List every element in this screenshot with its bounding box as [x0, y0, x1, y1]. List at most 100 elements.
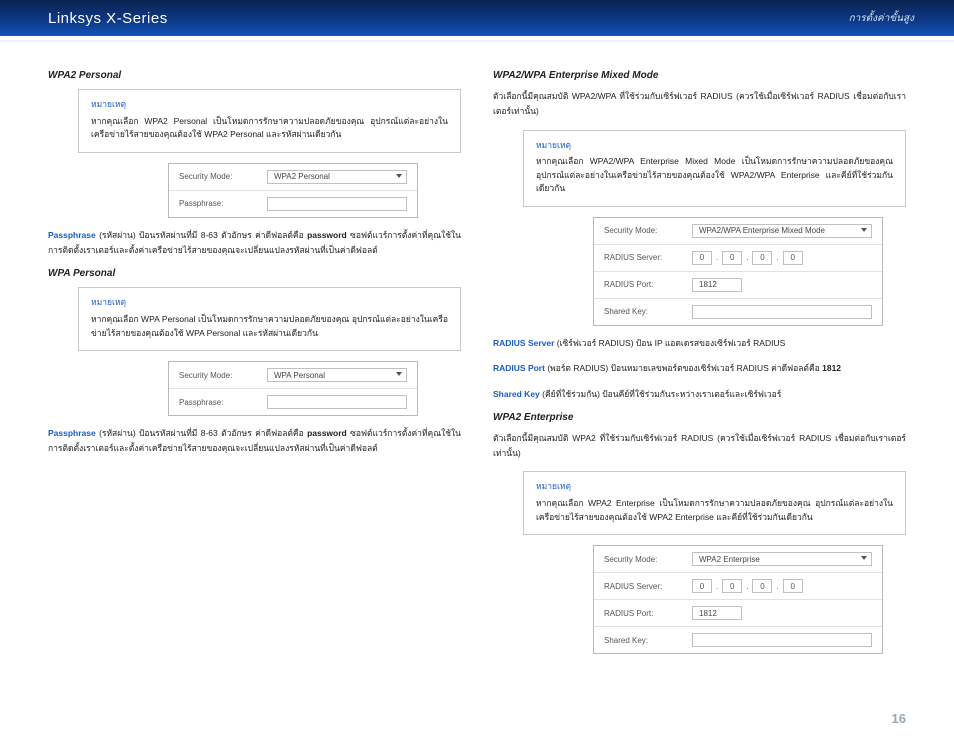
row-radius-server: RADIUS Server: 0. 0. 0. 0 — [594, 245, 882, 272]
note-label: หมายเหตุ — [91, 98, 448, 112]
select-value: WPA2/WPA Enterprise Mixed Mode — [699, 226, 825, 235]
ip-octet[interactable]: 0 — [783, 579, 803, 593]
para-radius-server: RADIUS Server (เซิร์ฟเวอร์ RADIUS) ป้อน … — [493, 336, 906, 351]
text: (พอร์ต RADIUS) ป้อนหมายเลขพอร์ตของเซิร์ฟ… — [547, 363, 819, 373]
term-shared-key: Shared Key — [493, 389, 540, 399]
label-security-mode: Security Mode: — [179, 371, 259, 380]
panel-wpa-personal: Security Mode: WPA Personal Passphrase: — [168, 361, 418, 416]
note-wpa-personal: หมายเหตุ หากคุณเลือก WPA Personal เป็นโห… — [78, 287, 461, 351]
label-radius-port: RADIUS Port: — [604, 609, 684, 618]
text: (เซิร์ฟเวอร์ RADIUS) ป้อน IP แอดเดรสของเ… — [557, 338, 785, 348]
doc-subtitle: การตั้งค่าขั้นสูง — [849, 11, 914, 26]
label-shared-key: Shared Key: — [604, 307, 684, 316]
panel-wpa2-ent: Security Mode: WPA2 Enterprise RADIUS Se… — [593, 545, 883, 654]
ip-dot: . — [746, 582, 748, 591]
default-val: password — [307, 230, 347, 240]
row-radius-port: RADIUS Port: 1812 — [594, 600, 882, 627]
row-shared-key: Shared Key: — [594, 299, 882, 325]
ip-octet[interactable]: 0 — [692, 579, 712, 593]
text: (รหัสผ่าน) ป้อนรหัสผ่านที่มี 8-63 ตัวอัก… — [99, 230, 304, 240]
content-columns: WPA2 Personal หมายเหตุ หากคุณเลือก WPA2 … — [0, 60, 954, 664]
ip-dot: . — [746, 253, 748, 262]
ip-dot: . — [776, 253, 778, 262]
select-value: WPA Personal — [274, 371, 325, 380]
select-value: WPA2 Personal — [274, 172, 330, 181]
para-radius-port: RADIUS Port (พอร์ต RADIUS) ป้อนหมายเลขพอ… — [493, 361, 906, 376]
select-security-mode[interactable]: WPA2 Personal — [267, 170, 407, 184]
doc-title: Linksys X-Series — [48, 10, 168, 27]
note-text: หากคุณเลือก WPA2 Personal เป็นโหมดการรัก… — [91, 115, 448, 142]
page-header: Linksys X-Series การตั้งค่าขั้นสูง — [0, 0, 954, 36]
select-security-mode[interactable]: WPA2 Enterprise — [692, 552, 872, 566]
label-security-mode: Security Mode: — [604, 555, 684, 564]
row-security-mode: Security Mode: WPA Personal — [169, 362, 417, 389]
input-passphrase[interactable] — [267, 197, 407, 211]
left-column: WPA2 Personal หมายเหตุ หากคุณเลือก WPA2 … — [48, 60, 461, 664]
term-passphrase: Passphrase — [48, 428, 96, 438]
row-security-mode: Security Mode: WPA2 Personal — [169, 164, 417, 191]
input-shared-key[interactable] — [692, 305, 872, 319]
page-number: 16 — [892, 711, 906, 726]
row-passphrase: Passphrase: — [169, 191, 417, 217]
text: (คีย์ที่ใช้ร่วมกัน) ป้อนคีย์ที่ใช้ร่วมกั… — [542, 389, 781, 399]
ip-octet[interactable]: 0 — [722, 251, 742, 265]
ip-dot: . — [716, 582, 718, 591]
select-value: WPA2 Enterprise — [699, 555, 760, 564]
ip-octet[interactable]: 0 — [722, 579, 742, 593]
label-passphrase: Passphrase: — [179, 199, 259, 208]
row-radius-server: RADIUS Server: 0. 0. 0. 0 — [594, 573, 882, 600]
heading-mixed: WPA2/WPA Enterprise Mixed Mode — [493, 70, 906, 81]
ip-octet[interactable]: 0 — [752, 251, 772, 265]
para-passphrase-2: Passphrase (รหัสผ่าน) ป้อนรหัสผ่านที่มี … — [48, 426, 461, 457]
label-security-mode: Security Mode: — [604, 226, 684, 235]
label-radius-port: RADIUS Port: — [604, 280, 684, 289]
ip-input-group: 0. 0. 0. 0 — [692, 579, 803, 593]
label-shared-key: Shared Key: — [604, 636, 684, 645]
input-radius-port[interactable]: 1812 — [692, 606, 742, 620]
ip-octet[interactable]: 0 — [692, 251, 712, 265]
row-passphrase: Passphrase: — [169, 389, 417, 415]
input-radius-port[interactable]: 1812 — [692, 278, 742, 292]
default-val: password — [307, 428, 347, 438]
row-security-mode: Security Mode: WPA2/WPA Enterprise Mixed… — [594, 218, 882, 245]
select-security-mode[interactable]: WPA2/WPA Enterprise Mixed Mode — [692, 224, 872, 238]
input-shared-key[interactable] — [692, 633, 872, 647]
note-label: หมายเหตุ — [91, 296, 448, 310]
heading-wpa2-enterprise: WPA2 Enterprise — [493, 412, 906, 423]
heading-wpa2-personal: WPA2 Personal — [48, 70, 461, 81]
row-radius-port: RADIUS Port: 1812 — [594, 272, 882, 299]
select-security-mode[interactable]: WPA Personal — [267, 368, 407, 382]
term-passphrase: Passphrase — [48, 230, 96, 240]
input-passphrase[interactable] — [267, 395, 407, 409]
default-val: 1812 — [822, 363, 841, 373]
label-security-mode: Security Mode: — [179, 172, 259, 181]
chevron-down-icon — [861, 556, 867, 560]
label-radius-server: RADIUS Server: — [604, 253, 684, 262]
right-column: WPA2/WPA Enterprise Mixed Mode ตัวเลือกน… — [493, 60, 906, 664]
text: (รหัสผ่าน) ป้อนรหัสผ่านที่มี 8-63 ตัวอัก… — [99, 428, 304, 438]
para-shared-key: Shared Key (คีย์ที่ใช้ร่วมกัน) ป้อนคีย์ท… — [493, 387, 906, 402]
para-passphrase-1: Passphrase (รหัสผ่าน) ป้อนรหัสผ่านที่มี … — [48, 228, 461, 259]
label-passphrase: Passphrase: — [179, 398, 259, 407]
intro-mixed: ตัวเลือกนี้มีคุณสมบัติ WPA2/WPA ที่ใช้ร่… — [493, 89, 906, 120]
intro-wpa2-ent: ตัวเลือกนี้มีคุณสมบัติ WPA2 ที่ใช้ร่วมกั… — [493, 431, 906, 462]
panel-wpa2-personal: Security Mode: WPA2 Personal Passphrase: — [168, 163, 418, 218]
ip-dot: . — [776, 582, 778, 591]
heading-wpa-personal: WPA Personal — [48, 268, 461, 279]
chevron-down-icon — [861, 228, 867, 232]
label-radius-server: RADIUS Server: — [604, 582, 684, 591]
note-text: หากคุณเลือก WPA Personal เป็นโหมดการรักษ… — [91, 313, 448, 340]
note-label: หมายเหตุ — [536, 139, 893, 153]
ip-octet[interactable]: 0 — [752, 579, 772, 593]
panel-mixed: Security Mode: WPA2/WPA Enterprise Mixed… — [593, 217, 883, 326]
row-security-mode: Security Mode: WPA2 Enterprise — [594, 546, 882, 573]
note-wpa2-personal: หมายเหตุ หากคุณเลือก WPA2 Personal เป็นโ… — [78, 89, 461, 153]
note-wpa2-ent: หมายเหตุ หากคุณเลือก WPA2 Enterprise เป็… — [523, 471, 906, 535]
note-mixed: หมายเหตุ หากคุณเลือก WPA2/WPA Enterprise… — [523, 130, 906, 207]
chevron-down-icon — [396, 372, 402, 376]
ip-dot: . — [716, 253, 718, 262]
header-rule — [0, 40, 954, 42]
note-text: หากคุณเลือก WPA2/WPA Enterprise Mixed Mo… — [536, 155, 893, 196]
row-shared-key: Shared Key: — [594, 627, 882, 653]
ip-octet[interactable]: 0 — [783, 251, 803, 265]
